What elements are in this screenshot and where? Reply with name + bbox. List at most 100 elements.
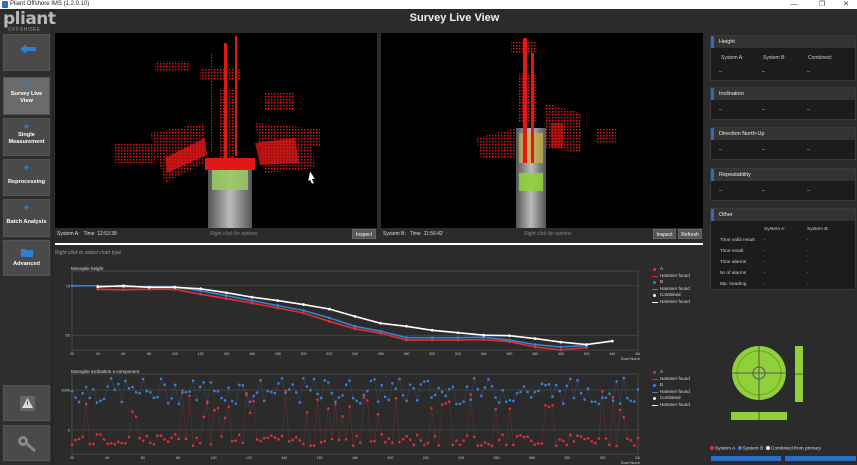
point-cloud-view-a[interactable] [55,33,377,228]
data-point [202,415,206,419]
other-value-b: - [807,282,809,287]
data-point [405,324,408,328]
col-system-a: System A: [764,227,786,232]
data-point [141,439,145,443]
sidebar: pliant OFFSHORE ★ Survey Live View ★ Sin… [0,9,56,465]
minimize-button[interactable]: — [785,0,803,9]
data-point [109,377,113,380]
data-point [216,406,220,410]
direction-cols: – – – [711,140,855,160]
data-point [241,384,245,387]
x-tick-label: 60 [121,352,125,356]
status-bar-a [711,456,781,461]
x-tick-label: 300 [429,352,435,356]
data-point [199,287,203,291]
refresh-button-b[interactable]: Refresh [678,229,702,239]
chart-title: Monopile inclination x-component [71,369,140,374]
star-icon: ★ [22,203,31,212]
data-point [401,437,405,441]
y-tick-label: 1000 [61,388,71,393]
data-point [273,391,277,395]
x-tick-label: 160 [249,352,255,356]
tools-button[interactable] [3,425,50,461]
x-tick-label: 280 [529,456,535,460]
data-point [198,385,202,389]
data-point [430,336,434,340]
x-tick-label: 40 [96,352,100,356]
inspect-button-a[interactable]: Inspect [352,229,376,239]
legend-label: Combined [660,292,681,297]
data-point [586,437,590,440]
data-point [234,439,238,442]
close-button[interactable]: ✕ [837,0,855,9]
data-point [391,441,394,444]
y-tick-label: 75 [66,283,71,288]
view-b-time-label: Time [409,231,421,237]
other-label: Time alarms [720,260,747,265]
view-b-time: 11:56:42 [423,231,443,237]
x-axis-label: Scan Number [621,357,640,361]
data-point [250,299,254,303]
data-point [508,398,512,402]
data-point [611,399,615,402]
x-tick-label: 140 [223,352,229,356]
data-point [369,379,373,383]
data-point [81,392,84,395]
nav-advanced[interactable]: Advanced [3,240,50,276]
inclination-chart-svg: 0 1000 20 40 60 80 100 120 140 160 180 200 220 240 260… [61,373,645,465]
back-button[interactable] [3,34,50,71]
data-point [70,443,74,446]
inspect-button-b[interactable]: Inspect [653,229,676,239]
data-point [109,441,113,445]
data-point [70,284,74,288]
other-value-a: - [764,260,766,265]
alarm-button[interactable] [3,385,50,421]
height-chart[interactable]: Monopile height 65 75 20 40 60 80 100 120 140 160… [55,263,645,365]
x-tick-label: 40 [105,456,109,460]
nav-reprocessing[interactable]: ★ Reprocessing [3,159,50,196]
data-point [191,444,195,448]
chart-title: Monopile height [71,266,104,271]
value-c: – [807,147,810,153]
nav-single-measurement[interactable]: ★ Single Measurement [3,118,50,156]
x-tick-label: 80 [176,456,180,460]
data-point [561,439,565,443]
maximize-button[interactable]: ❐ [813,0,831,9]
data-point [618,408,622,412]
data-point [469,393,472,396]
nav-batch-analysis[interactable]: ★ Batch Analysis [3,199,50,237]
data-point [149,390,152,394]
x-tick-label: 60 [141,456,145,460]
data-point [482,338,486,342]
data-point [547,383,551,386]
data-point [590,440,594,443]
point-cloud-a-render [115,36,320,228]
x-tick-label: 340 [635,456,640,460]
point-cloud-view-b[interactable] [381,33,703,228]
data-point [116,440,120,444]
data-point [362,396,366,399]
data-point [195,436,198,439]
data-point [166,440,170,444]
data-point [344,383,348,387]
data-point [610,339,614,343]
data-point [565,384,569,388]
data-point [277,382,280,385]
x-tick-label: 380 [532,352,538,356]
pliant-logo: pliant OFFSHORE [3,9,56,34]
data-point [456,338,460,342]
legend-swatch [652,391,658,393]
data-point [255,391,259,394]
data-point [124,379,127,383]
inclination-chart[interactable]: Monopile inclination x-component 0 1000 20… [55,368,645,465]
data-point [209,381,213,384]
data-point [583,398,586,401]
data-point [487,442,490,446]
nav-survey-live-view[interactable]: ★ Survey Live View [3,77,50,115]
data-point [515,434,519,438]
data-point [81,435,84,438]
data-point [526,435,529,438]
legend-label: Hammer found [660,285,690,291]
data-point [316,392,319,396]
data-point [170,397,173,400]
